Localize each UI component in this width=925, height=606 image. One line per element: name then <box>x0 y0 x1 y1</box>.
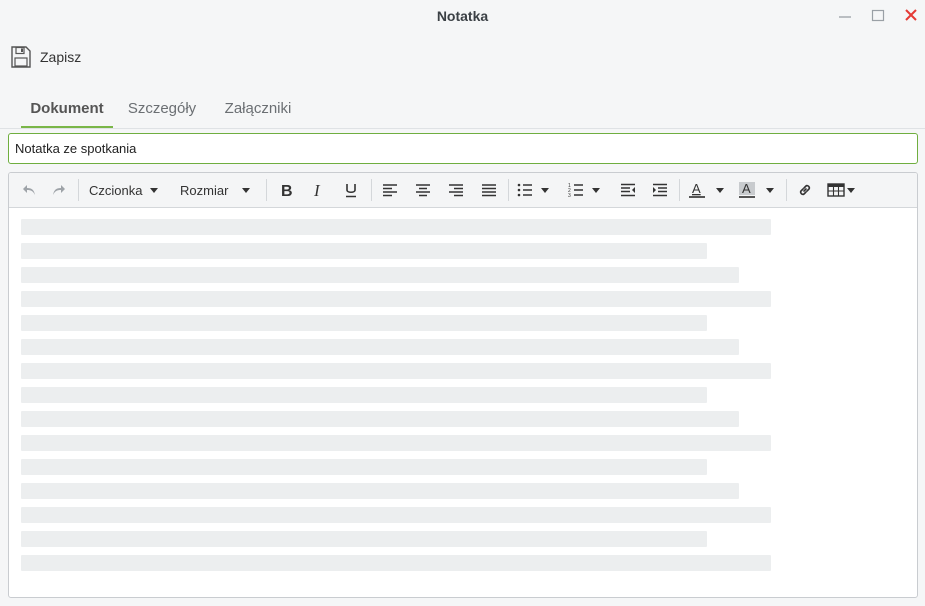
toolbar-separator <box>371 179 372 201</box>
insert-link-button[interactable] <box>793 178 817 202</box>
content-line-placeholder <box>21 339 739 355</box>
align-right-button[interactable] <box>444 178 468 202</box>
editor-toolbar: Czcionka Rozmiar B I 1 2 3 A A <box>9 173 917 208</box>
italic-icon: I <box>313 182 321 198</box>
svg-text:A: A <box>692 181 701 196</box>
svg-text:I: I <box>313 182 321 198</box>
content-line-placeholder <box>21 459 707 475</box>
background-color-button[interactable]: A <box>738 178 780 202</box>
content-line-placeholder <box>21 315 707 331</box>
align-right-icon <box>449 184 463 197</box>
align-left-icon <box>383 184 397 197</box>
minimize-button[interactable] <box>833 4 857 26</box>
chevron-down-icon <box>847 187 855 193</box>
content-line-placeholder <box>21 507 771 523</box>
chevron-down-icon <box>150 187 159 193</box>
chevron-down-icon <box>592 187 600 193</box>
svg-text:B: B <box>281 183 293 198</box>
content-line-placeholder <box>21 243 707 259</box>
content-line-placeholder <box>21 531 707 547</box>
maximize-button[interactable] <box>866 4 890 26</box>
outdent-icon <box>621 183 635 197</box>
redo-button[interactable] <box>47 178 71 202</box>
editor-content[interactable] <box>21 219 901 579</box>
bullet-list-icon <box>517 183 532 197</box>
numbered-list-button[interactable]: 123 <box>568 178 608 202</box>
content-line-placeholder <box>21 435 771 451</box>
underline-icon <box>346 184 356 198</box>
minimize-icon <box>839 16 851 18</box>
toolbar-separator <box>786 179 787 201</box>
bold-icon: B <box>281 183 293 198</box>
highlight-color-icon: A <box>739 181 755 198</box>
tab-attachments[interactable]: Załączniki <box>216 90 300 127</box>
link-icon <box>799 184 811 196</box>
content-line-placeholder <box>21 363 771 379</box>
font-size-label: Rozmiar <box>180 182 229 198</box>
increase-indent-button[interactable] <box>648 178 672 202</box>
decrease-indent-button[interactable] <box>616 178 640 202</box>
title-bar: Notatka <box>0 0 925 34</box>
toolbar-separator <box>266 179 267 201</box>
content-line-placeholder <box>21 387 707 403</box>
tab-document[interactable]: Dokument <box>21 90 113 128</box>
chevron-down-icon <box>766 187 774 193</box>
text-color-icon: A <box>689 181 705 198</box>
redo-icon <box>53 185 65 195</box>
font-size-dropdown[interactable]: Rozmiar <box>180 178 260 202</box>
close-button[interactable] <box>899 4 923 26</box>
align-justify-button[interactable] <box>477 178 501 202</box>
align-center-icon <box>416 184 430 197</box>
align-justify-icon <box>482 184 496 197</box>
italic-button[interactable]: I <box>306 178 330 202</box>
content-line-placeholder <box>21 291 771 307</box>
toolbar-separator <box>78 179 79 201</box>
font-family-dropdown[interactable]: Czcionka <box>89 178 169 202</box>
chevron-down-icon <box>541 187 549 193</box>
bullet-list-button[interactable] <box>517 178 557 202</box>
toolbar-separator <box>508 179 509 201</box>
close-icon <box>905 9 917 21</box>
save-button[interactable]: Zapisz <box>10 43 81 71</box>
tab-bar: Dokument Szczegóły Załączniki <box>0 90 925 129</box>
font-family-label: Czcionka <box>89 182 143 198</box>
content-line-placeholder <box>21 411 739 427</box>
underline-button[interactable] <box>339 178 363 202</box>
rich-text-editor: Czcionka Rozmiar B I 1 2 3 A A <box>8 172 918 598</box>
content-line-placeholder <box>21 267 739 283</box>
undo-icon <box>23 185 35 195</box>
save-button-label: Zapisz <box>40 49 82 65</box>
text-color-button[interactable]: A <box>688 178 730 202</box>
align-center-button[interactable] <box>411 178 435 202</box>
insert-table-button[interactable] <box>827 178 861 202</box>
indent-icon <box>653 183 667 197</box>
chevron-down-icon <box>242 187 251 193</box>
bold-button[interactable]: B <box>274 178 298 202</box>
toolbar-separator <box>679 179 680 201</box>
svg-text:A: A <box>742 181 751 196</box>
content-line-placeholder <box>21 483 739 499</box>
align-left-button[interactable] <box>378 178 402 202</box>
content-line-placeholder <box>21 555 771 571</box>
svg-text:3: 3 <box>568 193 571 198</box>
chevron-down-icon <box>716 187 724 193</box>
table-icon <box>827 183 845 197</box>
maximize-icon <box>871 9 885 22</box>
title-input[interactable] <box>8 133 918 164</box>
numbered-list-icon: 123 <box>568 183 583 198</box>
floppy-disk-icon <box>11 46 31 68</box>
tab-details[interactable]: Szczegóły <box>120 90 204 127</box>
window-title: Notatka <box>436 8 489 24</box>
undo-button[interactable] <box>17 178 41 202</box>
content-line-placeholder <box>21 219 771 235</box>
